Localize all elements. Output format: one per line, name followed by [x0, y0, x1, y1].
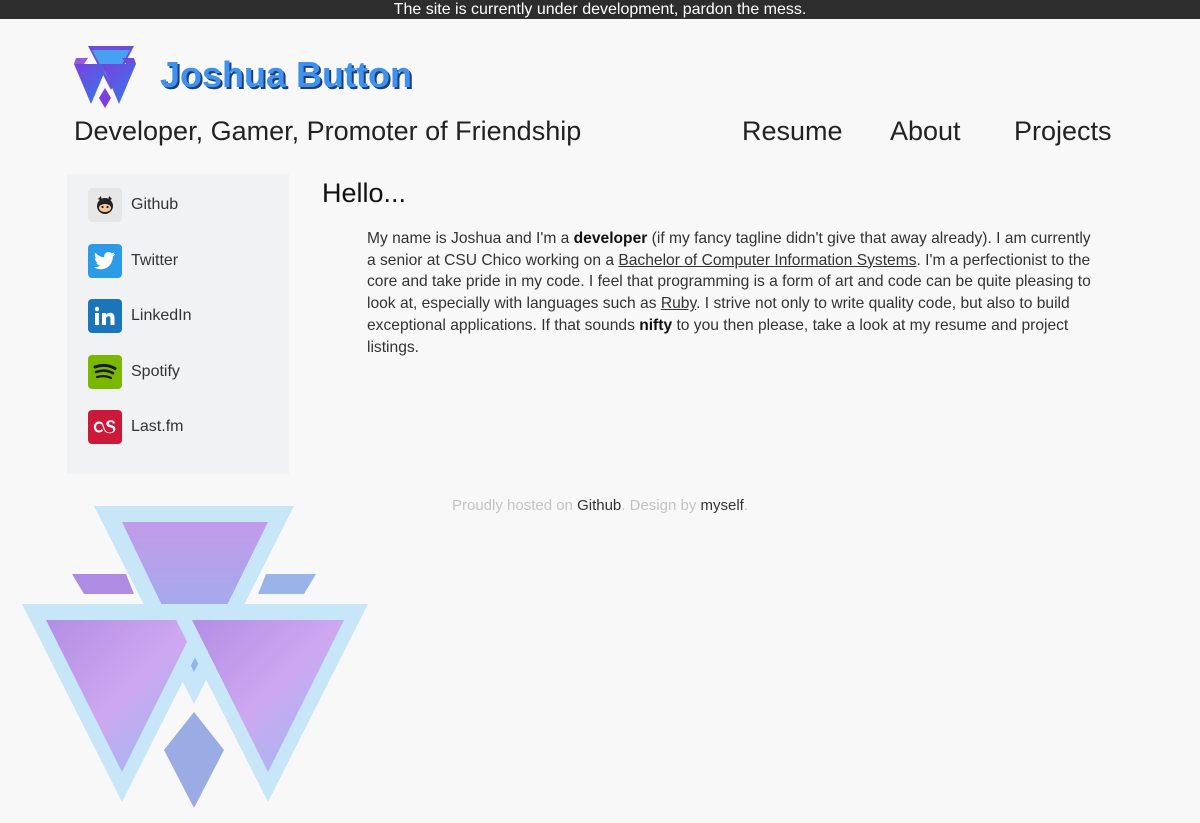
decorative-logo-graphic: [22, 506, 368, 808]
nav-resume-link[interactable]: Resume: [742, 116, 843, 147]
site-title[interactable]: Joshua Button: [160, 54, 412, 96]
footer-text: .: [743, 497, 749, 514]
logo-icon[interactable]: [74, 44, 136, 110]
spotify-icon: [88, 355, 122, 389]
social-link-linkedin[interactable]: LinkedIn: [88, 299, 192, 333]
intro-emphasis: nifty: [639, 316, 673, 334]
ruby-link[interactable]: Ruby: [661, 295, 696, 312]
lastfm-icon: [88, 410, 122, 444]
social-link-github[interactable]: Github: [88, 188, 178, 222]
page-heading: Hello...: [322, 178, 407, 208]
intro-text: My name is Joshua and I'm a: [367, 230, 574, 247]
social-label: Last.fm: [131, 418, 184, 435]
social-label: LinkedIn: [131, 307, 192, 324]
intro-emphasis: developer: [573, 230, 648, 247]
degree-link[interactable]: Bachelor of Computer Information Systems: [618, 252, 916, 269]
social-label: Spotify: [131, 363, 180, 380]
footer-myself-link[interactable]: myself: [701, 497, 744, 514]
social-link-spotify[interactable]: Spotify: [88, 355, 180, 389]
social-link-twitter[interactable]: Twitter: [88, 244, 178, 278]
footer-github-link[interactable]: Github: [577, 497, 621, 514]
twitter-icon: [88, 244, 122, 278]
intro-paragraph: My name is Joshua and I'm a developer (i…: [367, 228, 1092, 358]
nav-about-link[interactable]: About: [890, 116, 961, 147]
social-sidebar: Github Twitter LinkedIn Spotify Last.fm: [67, 174, 289, 474]
footer-text: . Design by: [621, 497, 701, 514]
social-link-lastfm[interactable]: Last.fm: [88, 410, 183, 444]
linkedin-icon: [88, 299, 122, 333]
github-icon: [88, 188, 122, 222]
main-nav: Resume About Projects: [0, 116, 1200, 156]
dev-banner: The site is currently under development,…: [0, 0, 1200, 19]
footer-text: Proudly hosted on: [451, 497, 578, 514]
social-label: Github: [131, 196, 179, 213]
social-label: Twitter: [131, 252, 179, 269]
nav-projects-link[interactable]: Projects: [1014, 116, 1112, 147]
